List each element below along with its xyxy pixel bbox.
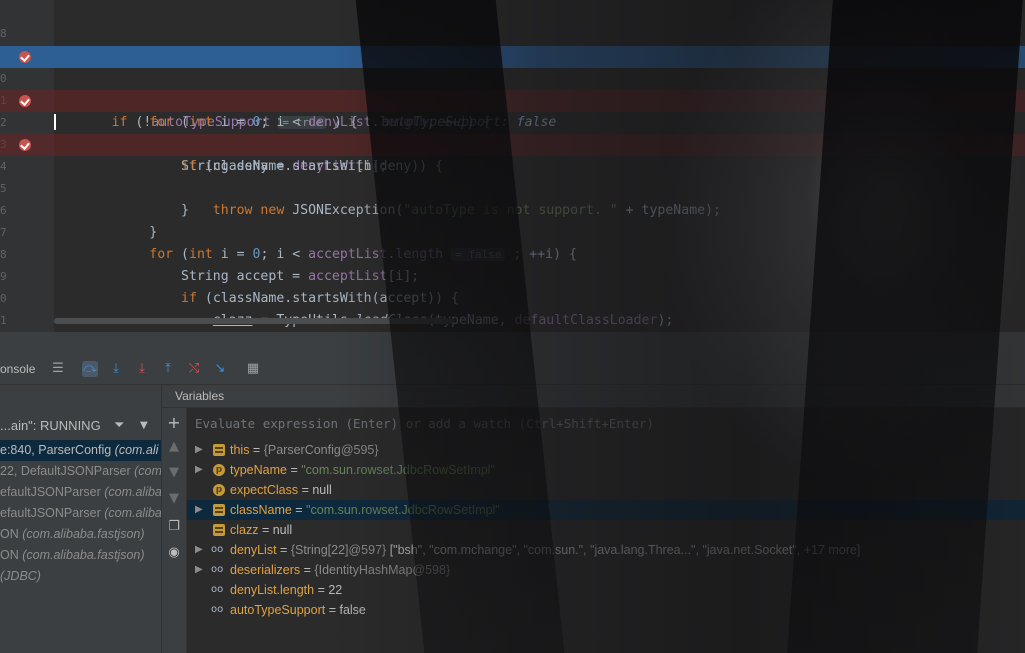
- filter-icon[interactable]: ⏷: [114, 415, 124, 437]
- variable-row[interactable]: p expectClass = null: [187, 480, 1025, 500]
- thread-selector[interactable]: ...ain": RUNNING ⏷ ▼: [0, 415, 161, 437]
- code-line[interactable]: 9: [0, 23, 1025, 62]
- code-line[interactable]: 6 }: [0, 178, 1025, 240]
- debug-toolbar: onsole ☰ ⤼ ⤓ ⤓ ⤒ ⤭ ↘ ▦: [0, 354, 1025, 385]
- arrow-down-icon[interactable]: ▼: [167, 492, 181, 506]
- breakpoint-icon[interactable]: [19, 95, 31, 107]
- field-icon: [213, 524, 225, 536]
- watch-icon: oo: [211, 564, 224, 575]
- chevron-right-icon[interactable]: ▶: [195, 500, 203, 520]
- step-into-icon[interactable]: ⤓: [108, 361, 124, 377]
- field-icon: [213, 444, 225, 456]
- code-editor[interactable]: 8 } 9 0 if (!autoTypeSupport = true ) { …: [0, 0, 1025, 372]
- code-line[interactable]: 3 if (className.startsWith(deny)) {: [0, 112, 1025, 174]
- evaluate-expression-input[interactable]: Evaluate expression (Enter) or add a wat…: [187, 414, 1025, 434]
- code-line[interactable]: 0 clazz = TypeUtils.loadClass(typeName, …: [0, 266, 1025, 328]
- stack-frame[interactable]: e:840, ParserConfig (com.ali: [0, 440, 161, 461]
- variable-row[interactable]: oo autoTypeSupport = false: [187, 600, 1025, 620]
- thread-status: ...ain": RUNNING: [0, 418, 101, 433]
- add-watch-icon[interactable]: +: [167, 415, 181, 431]
- arrow-up-icon[interactable]: ▲: [167, 440, 181, 454]
- frames-panel: ...ain": RUNNING ⏷ ▼ e:840, ParserConfig…: [0, 385, 162, 653]
- panel-divider[interactable]: [0, 332, 1025, 354]
- variable-row[interactable]: ▶ p typeName = "com.sun.rowset.JdbcRowSe…: [187, 460, 1025, 480]
- stack-frame[interactable]: efaultJSONParser (com.aliba: [0, 503, 161, 524]
- watch-icon: oo: [211, 584, 224, 595]
- variables-side-toolbar: + ▲ ▼ ▼ ❐ ◉: [162, 408, 187, 653]
- code-line-breakpoint[interactable]: 2 String deny = denyList[i];: [0, 90, 1025, 174]
- stack-frame[interactable]: ON (com.alibaba.fastjson): [0, 524, 161, 545]
- step-over-icon[interactable]: ⤼: [82, 361, 98, 377]
- variables-tree: ▶ this = {ParserConfig@595} ▶ p typeName…: [187, 440, 1025, 653]
- stack-frame[interactable]: (JDBC): [0, 566, 161, 587]
- parameter-icon: p: [213, 464, 225, 476]
- arrow-down-icon[interactable]: ▼: [167, 466, 181, 480]
- code-line-execution-point[interactable]: 0 if (!autoTypeSupport = true ) { autoTy…: [0, 46, 1025, 130]
- chevron-right-icon[interactable]: ▶: [195, 460, 203, 480]
- frames-icon[interactable]: ☰: [50, 361, 66, 377]
- stack-frame[interactable]: 22, DefaultJSONParser (com: [0, 461, 161, 482]
- chevron-right-icon[interactable]: ▶: [195, 440, 203, 460]
- variable-row[interactable]: clazz = null: [187, 520, 1025, 540]
- variables-title: Variables: [175, 389, 225, 403]
- code-line[interactable]: 1 for (int i = 0; i < denyList.length; +…: [0, 68, 1025, 130]
- code-line[interactable]: 5 }: [0, 156, 1025, 218]
- parameter-icon: p: [213, 484, 225, 496]
- drop-frame-icon[interactable]: ⤭: [186, 361, 202, 377]
- stack-frame[interactable]: ON (com.alibaba.fastjson): [0, 545, 161, 566]
- watch-icon: oo: [211, 544, 224, 555]
- console-tab[interactable]: onsole: [0, 362, 35, 376]
- code-line[interactable]: 8 }: [0, 1, 1025, 63]
- chevron-right-icon[interactable]: ▶: [195, 560, 203, 580]
- breakpoint-icon[interactable]: [19, 51, 31, 63]
- watch-icon: oo: [211, 604, 224, 615]
- field-icon: [213, 504, 225, 516]
- copy-icon[interactable]: ❐: [167, 520, 181, 534]
- chevron-down-icon[interactable]: ▼: [140, 415, 148, 437]
- code-line-breakpoint[interactable]: 4 throw new JSONException("autoType is n…: [0, 134, 1025, 218]
- variable-row[interactable]: oo denyList.length = 22: [187, 580, 1025, 600]
- eye-icon[interactable]: ◉: [167, 546, 181, 560]
- variable-row[interactable]: ▶ oo denyList = {String[22]@597} ["bsh",…: [187, 540, 1025, 560]
- chevron-right-icon[interactable]: ▶: [195, 540, 203, 560]
- variable-row-selected[interactable]: ▶ className = "com.sun.rowset.JdbcRowSet…: [187, 500, 1025, 520]
- code-line[interactable]: 8 String accept = acceptList[i];: [0, 222, 1025, 284]
- code-line[interactable]: 9 if (className.startsWith(accept)) {: [0, 244, 1025, 306]
- stack-frame[interactable]: efaultJSONParser (com.aliba: [0, 482, 161, 503]
- variable-row[interactable]: ▶ oo deserializers = {IdentityHashMap@59…: [187, 560, 1025, 580]
- editor-horizontal-scrollbar[interactable]: [54, 318, 454, 324]
- variables-header: Variables: [162, 385, 1025, 408]
- breakpoint-icon[interactable]: [19, 139, 31, 151]
- variable-row[interactable]: ▶ this = {ParserConfig@595}: [187, 440, 1025, 460]
- code-line[interactable]: 7 for (int i = 0; i < acceptList.length …: [0, 200, 1025, 262]
- code-line[interactable]: 1: [0, 288, 1025, 327]
- force-step-into-icon[interactable]: ⤓: [134, 361, 150, 377]
- run-to-cursor-icon[interactable]: ↘: [212, 361, 228, 377]
- step-out-icon[interactable]: ⤒: [160, 361, 176, 377]
- evaluate-table-icon[interactable]: ▦: [245, 361, 261, 377]
